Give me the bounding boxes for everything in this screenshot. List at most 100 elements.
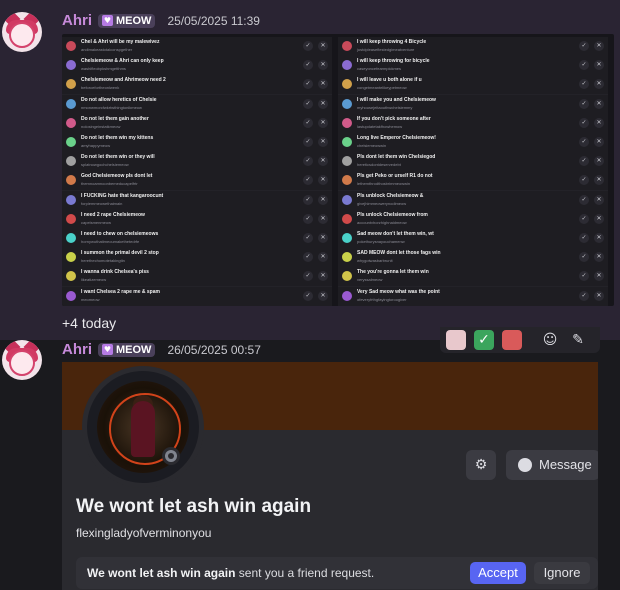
request-row[interactable]: SAD MEOW dont let those fags win whygotwa… <box>338 248 608 269</box>
emoji-icon[interactable]: ☺ <box>540 330 560 350</box>
user-avatar[interactable] <box>2 12 42 52</box>
request-row[interactable]: Pls unlock Chelsiemeow from accountvhorzh… <box>338 209 608 230</box>
close-icon[interactable]: ✕ <box>594 60 604 71</box>
close-icon[interactable]: ✕ <box>318 213 328 224</box>
check-icon[interactable]: ✓ <box>579 79 589 90</box>
check-icon[interactable]: ✓ <box>579 233 589 243</box>
close-icon[interactable]: ✕ <box>318 137 328 147</box>
profile-avatar[interactable] <box>82 366 204 488</box>
user-settings-icon[interactable]: ⚙ <box>466 450 496 480</box>
username[interactable]: Ahri <box>62 12 92 29</box>
close-icon[interactable]: ✕ <box>594 252 604 263</box>
close-icon[interactable]: ✕ <box>594 117 604 128</box>
request-row[interactable]: I FUCKING hate that kangaroocunt forpiemm… <box>62 190 332 211</box>
guild-tag-badge[interactable]: ♥ MEOW <box>98 13 156 28</box>
check-icon[interactable]: ✓ <box>303 117 313 128</box>
close-icon[interactable]: ✕ <box>318 252 328 263</box>
check-icon[interactable]: ✓ <box>303 98 313 109</box>
close-icon[interactable]: ✕ <box>318 290 328 301</box>
check-icon[interactable]: ✓ <box>303 156 313 167</box>
check-icon[interactable]: ✓ <box>579 194 589 205</box>
check-icon[interactable]: ✓ <box>303 79 313 90</box>
check-icon[interactable]: ✓ <box>579 290 589 301</box>
request-row[interactable]: I need to chew on chelsiemeows hornywutha… <box>62 229 332 249</box>
request-row[interactable]: I wanna drink Chelsea's piss likeatizemeo… <box>62 267 332 288</box>
request-row[interactable]: I will leave u both alone if u congetmean… <box>338 75 608 96</box>
message-button[interactable]: Message <box>506 450 598 480</box>
close-icon[interactable]: ✕ <box>318 156 328 167</box>
request-row[interactable]: Do not allow heretics of Chelsie nmonwmor… <box>62 94 332 115</box>
request-row[interactable]: I will make you and Chelsiemeow myhouseje… <box>338 94 608 115</box>
close-icon[interactable]: ✕ <box>594 233 604 243</box>
reaction-avatar-icon[interactable] <box>502 330 522 350</box>
close-icon[interactable]: ✕ <box>594 271 604 282</box>
request-row[interactable]: Chel & Ahri will be my malewivez andimake… <box>62 37 332 57</box>
check-icon[interactable]: ✓ <box>579 175 589 186</box>
friend-requests-screenshot[interactable]: Chel & Ahri will be my malewivez andimake… <box>62 34 614 306</box>
check-icon[interactable]: ✓ <box>474 330 494 350</box>
close-icon[interactable]: ✕ <box>594 213 604 224</box>
request-row[interactable]: Long live Emperor Chelsiemeow! chelsiemeo… <box>338 133 608 153</box>
close-icon[interactable]: ✕ <box>318 98 328 109</box>
close-icon[interactable]: ✕ <box>594 156 604 167</box>
guild-tag-badge[interactable]: ♥ MEOW <box>98 342 156 357</box>
reaction-avatar-icon[interactable] <box>446 330 466 350</box>
close-icon[interactable]: ✕ <box>318 117 328 128</box>
ignore-button[interactable]: Ignore <box>534 562 590 584</box>
request-row[interactable]: I want Chelsea 2 rape me & spam meomeow ✓ ✕ <box>62 286 332 306</box>
request-row[interactable]: Chelsiemeow & Ahri can only keep washifle… <box>62 56 332 77</box>
check-icon[interactable]: ✓ <box>303 175 313 186</box>
close-icon[interactable]: ✕ <box>594 41 604 51</box>
request-row[interactable]: God Chelsiemeow pls dont let themnoamnoon… <box>62 171 332 192</box>
close-icon[interactable]: ✕ <box>594 98 604 109</box>
check-icon[interactable]: ✓ <box>579 60 589 71</box>
request-row[interactable]: I need 2 rape Chelsiemeow capelsmenmeow ✓ ✕ <box>62 209 332 230</box>
check-icon[interactable]: ✓ <box>579 213 589 224</box>
request-row[interactable]: Chelsiemeow and Ahrimeow need 2 beforcefo… <box>62 75 332 96</box>
edit-icon[interactable]: ✎ <box>568 330 588 350</box>
close-icon[interactable]: ✕ <box>594 194 604 205</box>
check-icon[interactable]: ✓ <box>579 137 589 147</box>
request-row[interactable]: I will keep throwing for bicycle caseyonc… <box>338 56 608 77</box>
request-row[interactable]: Do not let them win or they will splatnow… <box>62 152 332 173</box>
accept-button[interactable]: Accept <box>470 562 526 584</box>
close-icon[interactable]: ✕ <box>318 60 328 71</box>
check-icon[interactable]: ✓ <box>579 252 589 263</box>
close-icon[interactable]: ✕ <box>594 175 604 186</box>
request-row[interactable]: Do not let them gain another nolosingeins… <box>62 113 332 134</box>
close-icon[interactable]: ✕ <box>594 137 604 147</box>
check-icon[interactable]: ✓ <box>303 137 313 147</box>
request-row[interactable]: Pls get Peko or urself R1 do not lethemth… <box>338 171 608 192</box>
check-icon[interactable]: ✓ <box>303 194 313 205</box>
check-icon[interactable]: ✓ <box>303 213 313 224</box>
close-icon[interactable]: ✕ <box>318 41 328 51</box>
close-icon[interactable]: ✕ <box>318 194 328 205</box>
check-icon[interactable]: ✓ <box>303 271 313 282</box>
request-row[interactable]: Do not let them win my kittens amyhappyme… <box>62 133 332 153</box>
request-row[interactable]: Sad meow don't let them win, wt pokethury… <box>338 229 608 249</box>
user-avatar[interactable] <box>2 340 42 380</box>
check-icon[interactable]: ✓ <box>303 60 313 71</box>
close-icon[interactable]: ✕ <box>318 79 328 90</box>
check-icon[interactable]: ✓ <box>303 252 313 263</box>
username[interactable]: Ahri <box>62 341 92 358</box>
request-row[interactable]: Pls dont let them win Chelsiegod heretics… <box>338 152 608 173</box>
check-icon[interactable]: ✓ <box>303 41 313 51</box>
close-icon[interactable]: ✕ <box>318 233 328 243</box>
check-icon[interactable]: ✓ <box>303 290 313 301</box>
request-row[interactable]: The you're gonna let them win veryssalmeo… <box>338 267 608 288</box>
request-row[interactable]: I summon the primal devil 2 stop herethec… <box>62 248 332 269</box>
request-row[interactable]: Very Sad meow what was the point ofeveryf… <box>338 286 608 306</box>
close-icon[interactable]: ✕ <box>318 271 328 282</box>
request-row[interactable]: If you don't pick someone after lastupdat… <box>338 113 608 134</box>
check-icon[interactable]: ✓ <box>579 98 589 109</box>
close-icon[interactable]: ✕ <box>594 79 604 90</box>
request-row[interactable]: Pls unblock Chelsiemeow & givejhimmeowery… <box>338 190 608 211</box>
close-icon[interactable]: ✕ <box>318 175 328 186</box>
request-row[interactable]: I will keep throwing 4 Bicycle justdpleas… <box>338 37 608 57</box>
check-icon[interactable]: ✓ <box>579 271 589 282</box>
check-icon[interactable]: ✓ <box>579 156 589 167</box>
check-icon[interactable]: ✓ <box>579 41 589 51</box>
check-icon[interactable]: ✓ <box>303 233 313 243</box>
close-icon[interactable]: ✕ <box>594 290 604 301</box>
